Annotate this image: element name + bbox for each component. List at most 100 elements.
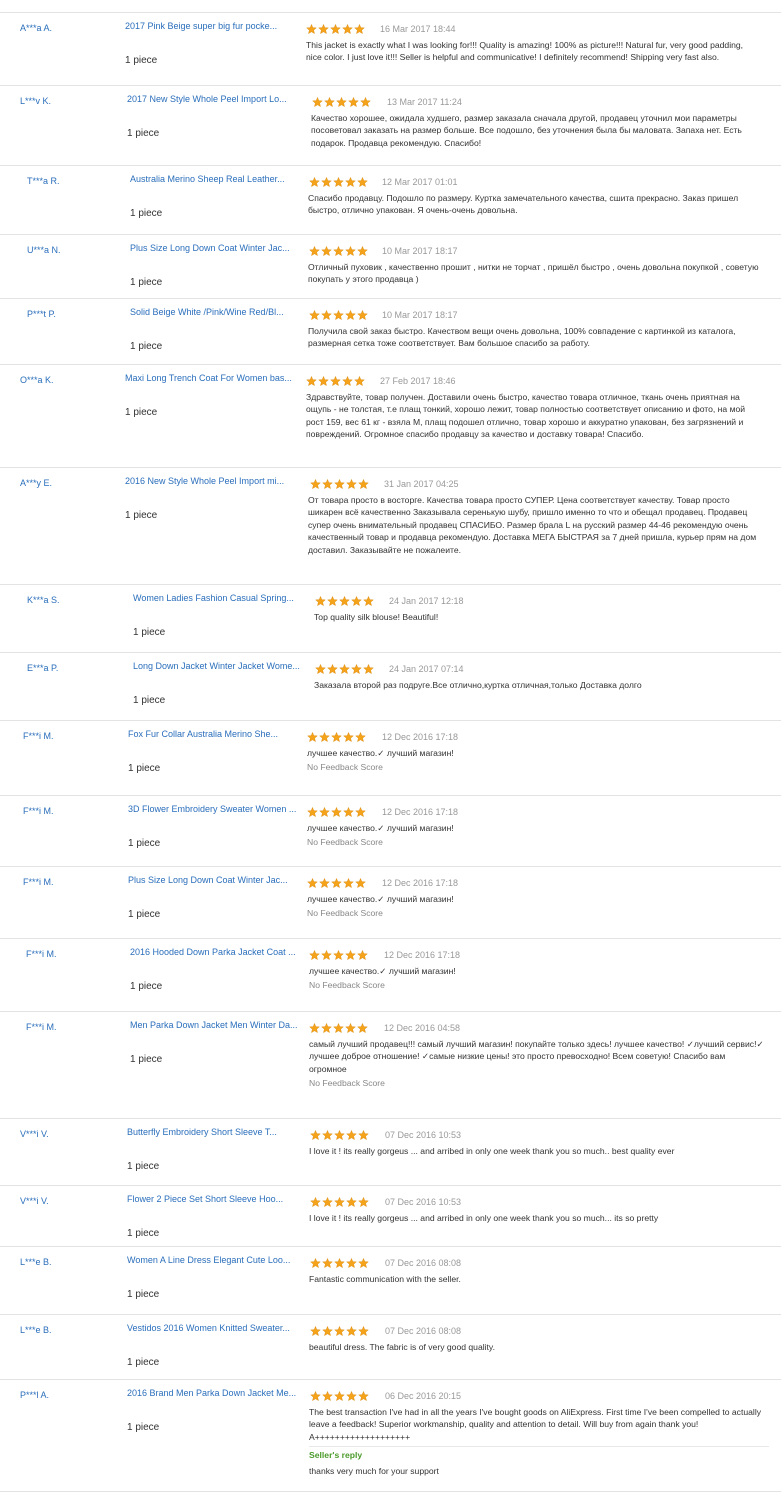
star-icon bbox=[334, 1391, 345, 1401]
feedback-comment: От товара просто в восторге. Качества то… bbox=[308, 495, 757, 555]
quantity: 1 piece bbox=[133, 695, 166, 706]
star-icon bbox=[360, 97, 371, 107]
product-link[interactable]: 2016 New Style Whole Peel Import mi... bbox=[125, 475, 295, 487]
feedback-comment: лучшее качество.✓ лучший магазин! bbox=[309, 966, 456, 976]
buyer-name[interactable]: L***v K. bbox=[20, 96, 51, 106]
buyer-name[interactable]: F***i M. bbox=[23, 731, 54, 741]
star-icon bbox=[307, 878, 318, 888]
feedback-comment: самый лучший продавец!!! самый лучший ма… bbox=[309, 1039, 764, 1074]
star-icon bbox=[348, 97, 359, 107]
quantity: 1 piece bbox=[130, 277, 163, 288]
star-icon bbox=[358, 1197, 369, 1207]
feedback-date: 31 Jan 2017 04:25 bbox=[384, 479, 459, 489]
star-icon bbox=[312, 97, 323, 107]
rating-stars bbox=[306, 376, 366, 386]
star-icon bbox=[339, 664, 350, 674]
product-link[interactable]: Women A Line Dress Elegant Cute Loo... bbox=[127, 1254, 297, 1266]
feedback-date: 12 Dec 2016 17:18 bbox=[384, 950, 461, 960]
buyer-name[interactable]: F***i M. bbox=[23, 806, 54, 816]
product-link[interactable]: 2017 Pink Beige super big fur pocke... bbox=[125, 20, 295, 32]
quantity: 1 piece bbox=[125, 407, 158, 418]
star-icon bbox=[315, 596, 326, 606]
product-link[interactable]: Australia Merino Sheep Real Leather... bbox=[130, 173, 300, 185]
buyer-name[interactable]: K***a S. bbox=[27, 595, 60, 605]
feedback-date: 27 Feb 2017 18:46 bbox=[380, 376, 456, 386]
buyer-name[interactable]: U***a N. bbox=[27, 245, 61, 255]
star-icon bbox=[310, 1197, 321, 1207]
product-link[interactable]: Solid Beige White /Pink/Wine Red/Bl... bbox=[130, 306, 300, 318]
product-link[interactable]: Plus Size Long Down Coat Winter Jac... bbox=[128, 874, 298, 886]
star-icon bbox=[336, 97, 347, 107]
buyer-name[interactable]: T***a R. bbox=[27, 176, 60, 186]
feedback-comment: Отличный пуховик , качественно прошит , … bbox=[308, 262, 759, 285]
product-link[interactable]: Vestidos 2016 Women Knitted Sweater... bbox=[127, 1322, 297, 1334]
quantity: 1 piece bbox=[127, 128, 160, 139]
star-icon bbox=[345, 950, 356, 960]
feedback-date: 16 Mar 2017 18:44 bbox=[380, 24, 456, 34]
star-icon bbox=[357, 177, 368, 187]
star-icon bbox=[318, 376, 329, 386]
star-icon bbox=[355, 732, 366, 742]
product-link[interactable]: Men Parka Down Jacket Men Winter Da... bbox=[130, 1019, 300, 1031]
feedback-date: 10 Mar 2017 18:17 bbox=[382, 246, 458, 256]
buyer-name[interactable]: V***i V. bbox=[20, 1196, 49, 1206]
buyer-name[interactable]: L***e B. bbox=[20, 1325, 52, 1335]
feedback-date: 12 Dec 2016 04:58 bbox=[384, 1023, 461, 1033]
feedback-date: 07 Dec 2016 10:53 bbox=[385, 1197, 462, 1207]
row-separator bbox=[0, 795, 781, 796]
feedback-date: 07 Dec 2016 08:08 bbox=[385, 1258, 462, 1268]
buyer-name[interactable]: F***i M. bbox=[23, 877, 54, 887]
rating-stars bbox=[310, 1197, 370, 1207]
product-link[interactable]: 3D Flower Embroidery Sweater Women ... bbox=[128, 803, 298, 815]
star-icon bbox=[310, 1258, 321, 1268]
buyer-name[interactable]: V***i V. bbox=[20, 1129, 49, 1139]
rating-stars bbox=[310, 1391, 370, 1401]
buyer-name[interactable]: P***l A. bbox=[20, 1390, 49, 1400]
buyer-name[interactable]: O***a K. bbox=[20, 375, 54, 385]
rating-stars bbox=[310, 1130, 370, 1140]
buyer-name[interactable]: F***i M. bbox=[26, 1022, 57, 1032]
product-link[interactable]: 2017 New Style Whole Peel Import Lo... bbox=[127, 93, 297, 105]
star-icon bbox=[334, 1197, 345, 1207]
star-icon bbox=[343, 732, 354, 742]
star-icon bbox=[355, 878, 366, 888]
product-link[interactable]: Long Down Jacket Winter Jacket Wome... bbox=[133, 660, 303, 672]
feedback-comment: Получила свой заказ быстро. Качеством ве… bbox=[308, 326, 736, 349]
buyer-name[interactable]: P***t P. bbox=[27, 309, 56, 319]
star-icon bbox=[331, 878, 342, 888]
quantity: 1 piece bbox=[125, 55, 158, 66]
product-link[interactable]: Fox Fur Collar Australia Merino She... bbox=[128, 728, 298, 740]
star-icon bbox=[322, 1130, 333, 1140]
star-icon bbox=[346, 1326, 357, 1336]
rating-stars bbox=[309, 950, 369, 960]
product-link[interactable]: 2016 Brand Men Parka Down Jacket Me... bbox=[127, 1387, 297, 1399]
feedback-date: 24 Jan 2017 07:14 bbox=[389, 664, 464, 674]
feedback-date: 06 Dec 2016 20:15 bbox=[385, 1391, 462, 1401]
star-icon bbox=[306, 376, 317, 386]
quantity: 1 piece bbox=[130, 208, 163, 219]
star-icon bbox=[345, 246, 356, 256]
product-link[interactable]: Flower 2 Piece Set Short Sleeve Hoo... bbox=[127, 1193, 297, 1205]
no-feedback-score: No Feedback Score bbox=[307, 762, 383, 773]
product-link[interactable]: 2016 Hooded Down Parka Jacket Coat ... bbox=[130, 946, 300, 958]
star-icon bbox=[334, 1258, 345, 1268]
row-separator bbox=[0, 866, 781, 867]
buyer-name[interactable]: E***a P. bbox=[27, 663, 58, 673]
seller-reply-title: Seller's reply bbox=[309, 1450, 363, 1461]
buyer-name[interactable]: F***i M. bbox=[26, 949, 57, 959]
product-link[interactable]: Maxi Long Trench Coat For Women bas... bbox=[125, 372, 295, 384]
feedback-comment: The best transaction I've had in all the… bbox=[309, 1407, 762, 1442]
seller-reply-text: thanks very much for your support bbox=[309, 1466, 439, 1477]
star-icon bbox=[346, 1197, 357, 1207]
feedback-comment: Качество хорошее, ожидала худшего, разме… bbox=[311, 113, 742, 148]
star-icon bbox=[309, 177, 320, 187]
row-separator bbox=[0, 467, 781, 468]
product-link[interactable]: Women Ladies Fashion Casual Spring... bbox=[133, 592, 303, 604]
buyer-name[interactable]: L***e B. bbox=[20, 1257, 52, 1267]
star-icon bbox=[345, 1023, 356, 1033]
buyer-name[interactable]: A***a A. bbox=[20, 23, 52, 33]
quantity: 1 piece bbox=[130, 341, 163, 352]
product-link[interactable]: Butterfly Embroidery Short Sleeve T... bbox=[127, 1126, 297, 1138]
buyer-name[interactable]: A***y E. bbox=[20, 478, 52, 488]
product-link[interactable]: Plus Size Long Down Coat Winter Jac... bbox=[130, 242, 300, 254]
